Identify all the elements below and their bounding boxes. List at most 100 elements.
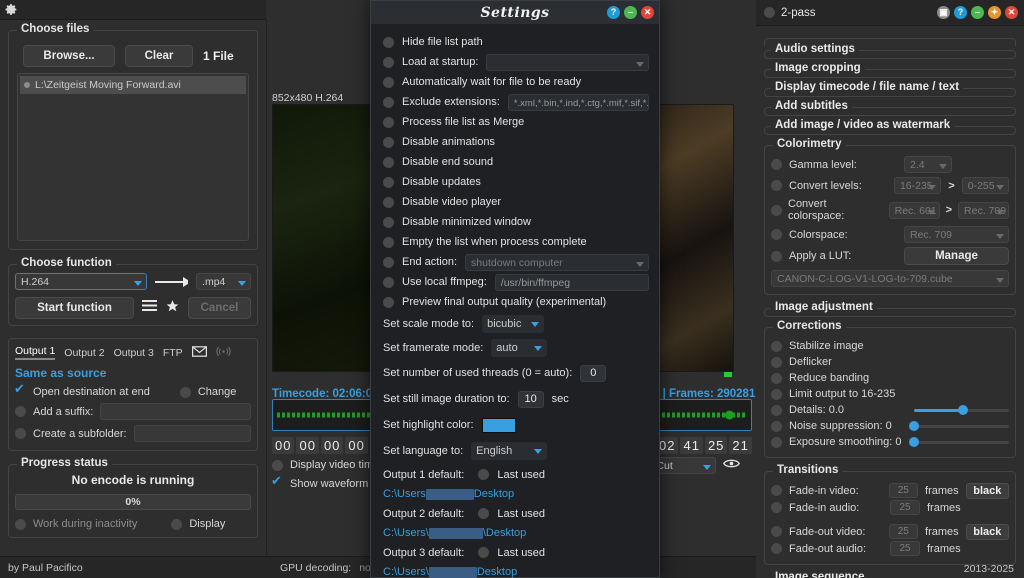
gamma-level-select[interactable]: 2.4 [904,156,952,173]
framerate-mode-select[interactable]: auto [491,339,548,357]
section-image-cropping[interactable]: Image cropping [764,62,1016,78]
pin-button[interactable]: ▣ [937,6,950,19]
transition-radio[interactable] [771,526,782,537]
section-display-timecode[interactable]: Display timecode / file name / text [764,81,1016,97]
transition-frames-input[interactable]: 25 [890,500,920,515]
broadcast-icon[interactable] [216,346,231,360]
language-select[interactable]: English [471,442,548,460]
transition-radio[interactable] [771,543,782,554]
video-preview-top[interactable] [272,104,376,372]
tab-output-1[interactable]: Output 1 [15,345,56,360]
timecode-out[interactable]: 02 41 25 21 [656,437,754,454]
transition-frames-input[interactable]: 25 [888,483,919,498]
disable-minimized-window-radio[interactable] [383,216,394,228]
output-default-path[interactable]: C:\Users\ \Desktop [383,524,649,542]
section-audio-settings[interactable]: Audio settings [764,43,1016,59]
colorspace-radio[interactable] [771,229,782,240]
transition-radio[interactable] [771,502,782,513]
load-at-startup-radio[interactable] [383,56,394,68]
convert-colorspace-radio[interactable] [771,204,782,216]
disable-end-sound-radio[interactable] [383,156,394,168]
section-image-adjustment[interactable]: Image adjustment [764,301,1016,317]
timecode-in[interactable]: 00 00 00 00 [272,437,370,454]
auto-wait-file-ready-radio[interactable] [383,76,394,88]
apply-lut-radio[interactable] [771,250,782,262]
correction-radio[interactable] [771,420,782,432]
tab-output-3[interactable]: Output 3 [114,347,154,359]
create-subfolder-input[interactable] [133,425,251,442]
correction-radio[interactable] [771,372,782,384]
transition-color-button[interactable]: black [965,523,1009,540]
correction-radio[interactable] [771,388,782,400]
tab-output-2[interactable]: Output 2 [64,347,104,359]
minimize-button[interactable]: – [971,6,984,19]
convert-colorspace-to-select[interactable]: Rec. 709 [958,201,1010,219]
highlight-color-swatch[interactable] [481,417,516,433]
disable-animations-radio[interactable] [383,136,394,148]
close-button[interactable]: ✕ [1005,6,1018,19]
scale-mode-select[interactable]: bicubic [482,315,545,333]
display-video-timecode-radio[interactable] [272,459,283,471]
transition-frames-input[interactable]: 25 [890,541,920,556]
colorspace-select[interactable]: Rec. 709 [904,226,1009,243]
preview-final-quality-radio[interactable] [383,296,394,308]
exclude-extensions-input[interactable]: *.xml,*.bin,*.ind,*.ctg,*.mif,*.sif,*.cp… [507,93,649,111]
add-suffix-radio[interactable] [15,406,26,417]
output-last-used-radio[interactable] [478,547,490,558]
output-default-path[interactable]: C:\Users\ Desktop [383,563,649,578]
local-ffmpeg-radio[interactable] [383,276,394,288]
display-radio[interactable] [171,518,183,530]
correction-slider[interactable] [909,436,1009,448]
section-add-subtitles[interactable]: Add subtitles [764,100,1016,116]
eye-icon[interactable] [723,456,741,474]
exclude-extensions-radio[interactable] [383,96,394,108]
convert-levels-from-select[interactable]: 16-235 [893,177,942,194]
browse-button[interactable]: Browse... [23,45,115,67]
add-suffix-input[interactable] [100,403,251,420]
empty-list-on-complete-radio[interactable] [383,236,394,248]
still-duration-input[interactable]: 10 [517,390,544,408]
menu-icon[interactable] [141,299,157,317]
show-waveform-checkbox[interactable] [271,474,283,490]
two-pass-radio[interactable] [764,7,775,18]
file-list[interactable]: L:\Zeitgeist Moving Forward.avi [17,73,249,241]
hide-file-list-path-radio[interactable] [383,36,394,48]
codec-select[interactable]: H.264 [15,273,148,290]
convert-levels-radio[interactable] [771,180,782,191]
output-default-path[interactable]: C:\Users Desktop [383,485,649,503]
convert-levels-to-select[interactable]: 0-255 [961,177,1009,194]
mode-select[interactable]: Cut [650,456,717,474]
correction-radio[interactable] [771,356,782,368]
correction-slider[interactable] [909,420,1009,432]
envelope-icon[interactable] [191,345,207,360]
start-function-button[interactable]: Start function [15,297,134,319]
correction-slider[interactable] [914,404,1009,416]
change-radio[interactable] [179,386,191,398]
container-select[interactable]: .mp4 [196,273,251,290]
close-button[interactable]: ✕ [641,6,654,19]
disable-video-player-radio[interactable] [383,196,394,208]
gear-icon[interactable] [5,3,18,16]
help-button[interactable]: ? [607,6,620,19]
correction-radio[interactable] [771,404,782,416]
cancel-button[interactable]: Cancel [187,297,251,319]
transition-frames-input[interactable]: 25 [888,524,919,539]
work-inactivity-radio[interactable] [15,518,26,530]
transition-color-button[interactable]: black [965,482,1009,499]
open-destination-checkbox[interactable] [14,382,26,398]
local-ffmpeg-input[interactable]: /usr/bin/ffmpeg [494,273,649,291]
section-add-watermark[interactable]: Add image / video as watermark [764,119,1016,135]
list-item[interactable]: L:\Zeitgeist Moving Forward.avi [20,76,246,94]
output-last-used-radio[interactable] [478,508,490,519]
minimize-button[interactable]: – [624,6,637,19]
gamma-level-radio[interactable] [771,159,782,170]
lut-manage-button[interactable]: Manage [904,247,1009,265]
create-subfolder-radio[interactable] [15,428,26,439]
star-icon[interactable] [165,299,180,318]
disable-updates-radio[interactable] [383,176,394,188]
output-last-used-radio[interactable] [478,469,490,480]
help-button[interactable]: ? [954,6,967,19]
clear-button[interactable]: Clear [125,45,193,67]
threads-input[interactable]: 0 [580,364,607,382]
process-as-merge-radio[interactable] [383,116,394,128]
